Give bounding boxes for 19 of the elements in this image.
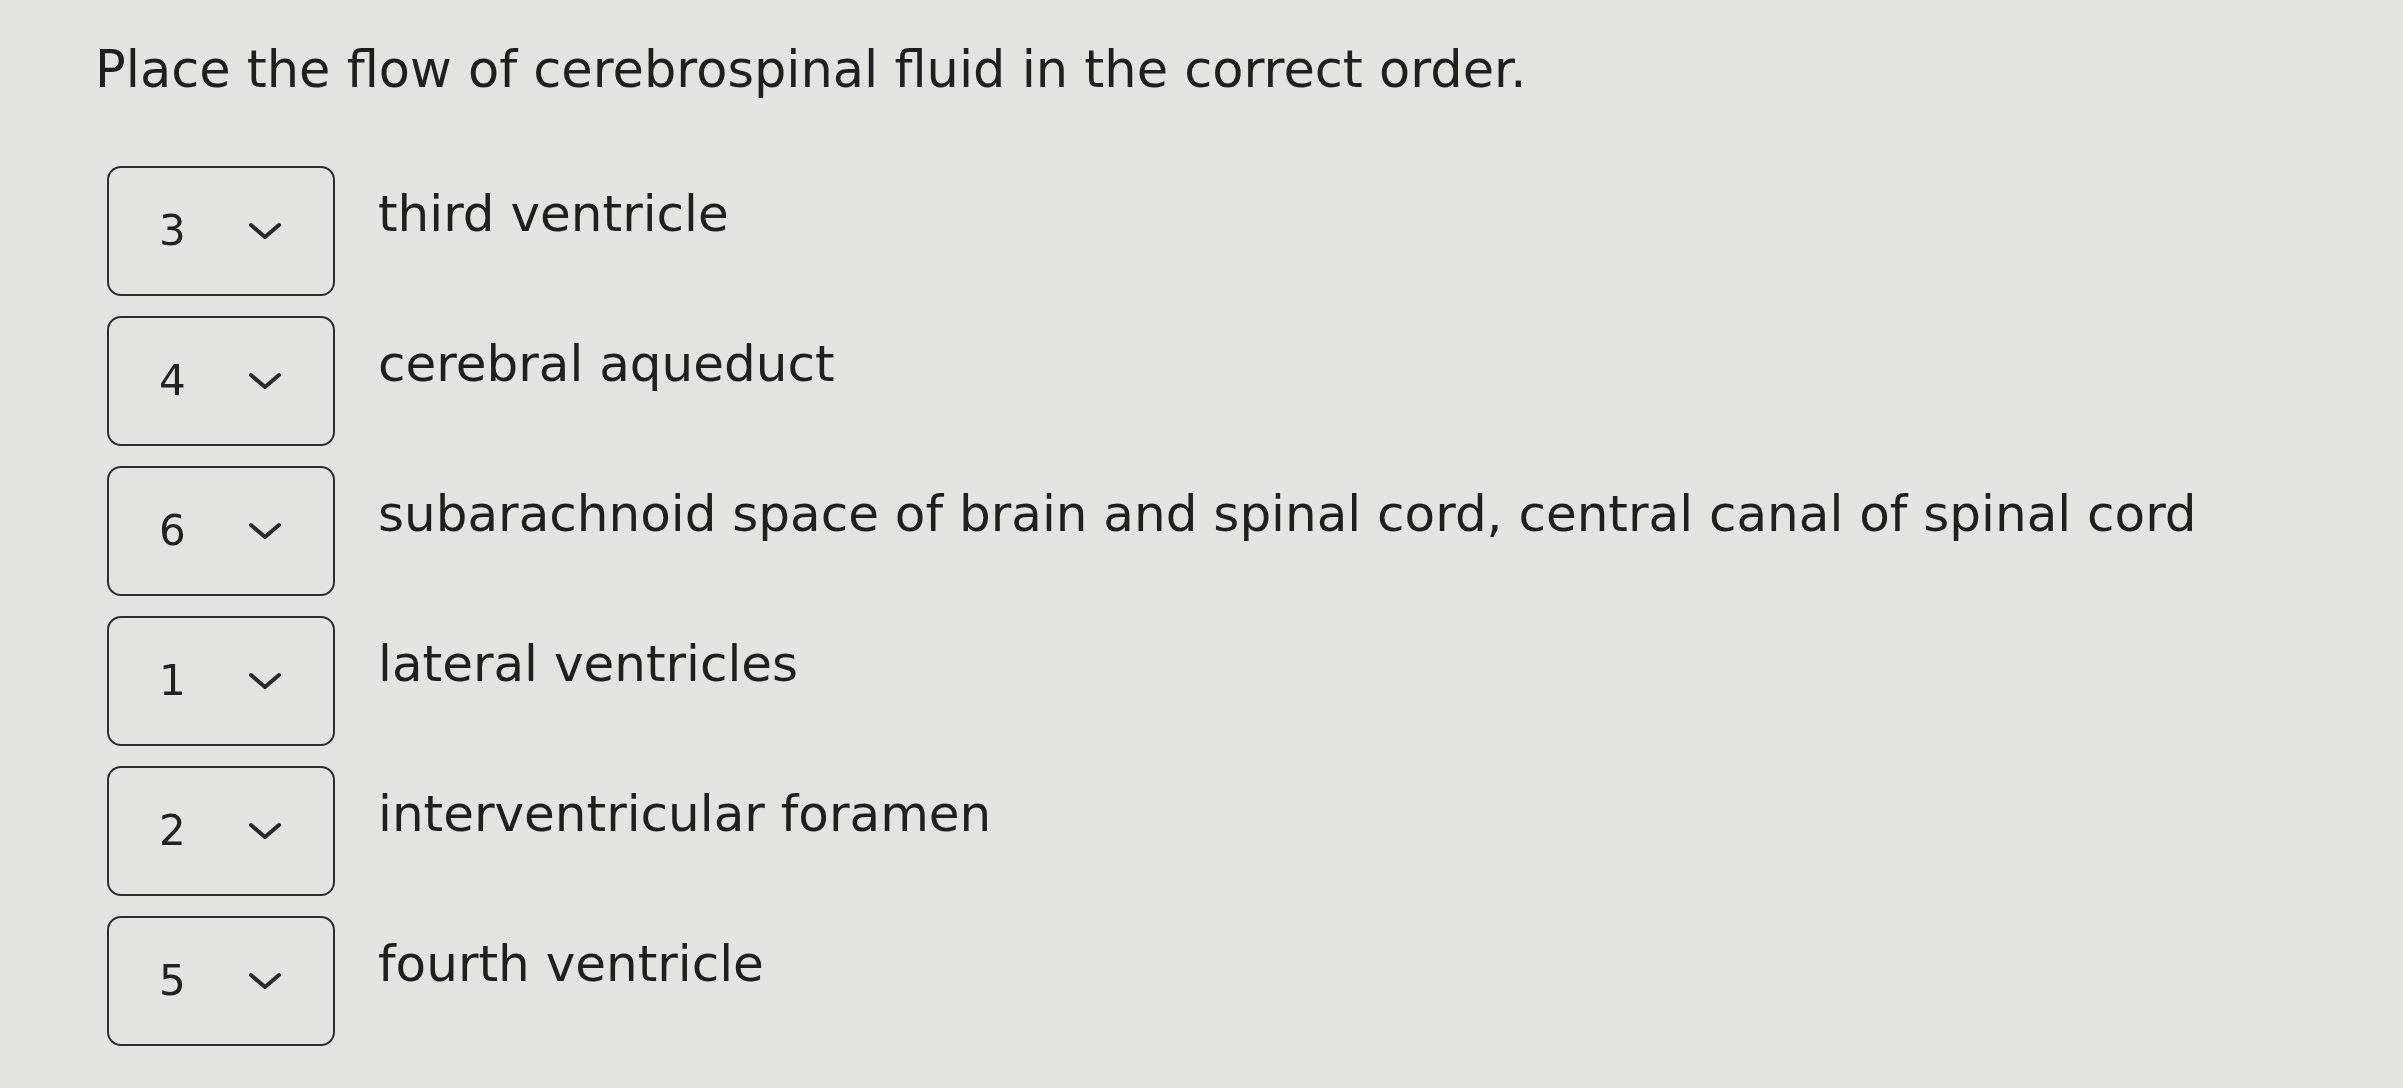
item-label: fourth ventricle (378, 934, 764, 994)
item-label: lateral ventricles (378, 634, 799, 694)
item-label: cerebral aqueduct (378, 334, 835, 394)
item-label: subarachnoid space of brain and spinal cord, central canal of spinal cord (378, 484, 2197, 544)
item-label: interventricular foramen (378, 784, 992, 844)
order-dropdown[interactable]: 6 (107, 466, 335, 596)
chevron-down-icon (247, 522, 282, 540)
chevron-down-icon (247, 222, 282, 240)
item-label: third ventricle (378, 184, 729, 244)
order-dropdown[interactable]: 2 (107, 766, 335, 896)
chevron-down-icon (247, 822, 282, 840)
chevron-down-icon (247, 372, 282, 390)
question-text: Place the flow of cerebrospinal fluid in the correct order. (95, 39, 1527, 101)
chevron-down-icon (247, 972, 282, 990)
chevron-down-icon (247, 672, 282, 690)
order-dropdown[interactable]: 1 (107, 616, 335, 746)
order-dropdown[interactable]: 3 (107, 166, 335, 296)
order-dropdown[interactable]: 5 (107, 916, 335, 1046)
order-dropdown[interactable]: 4 (107, 316, 335, 446)
